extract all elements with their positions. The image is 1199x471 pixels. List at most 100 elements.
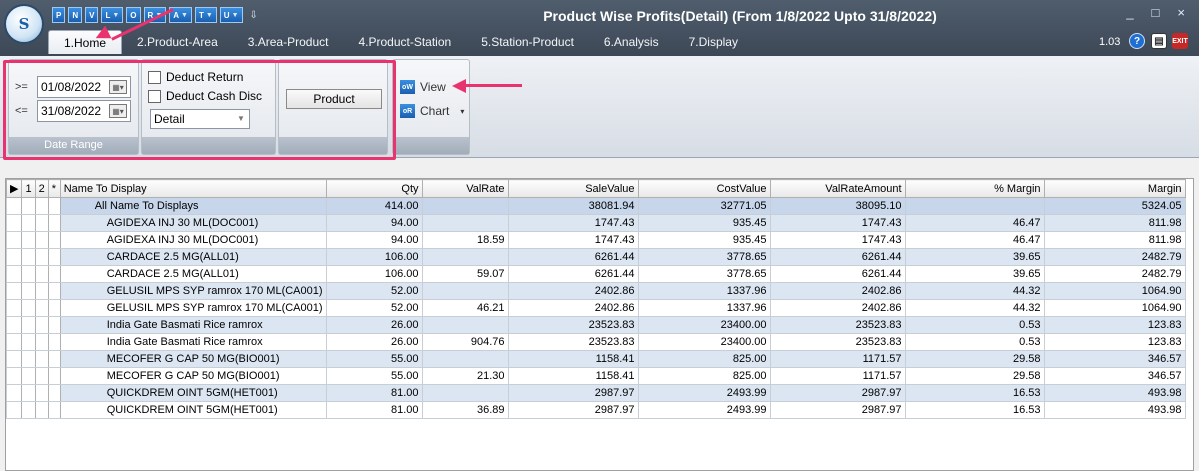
cell-valrateamount[interactable]: 23523.83: [769, 333, 906, 351]
cell-name[interactable]: GELUSIL MPS SYP ramrox 170 ML(CA001): [59, 299, 327, 317]
cell-margin[interactable]: 1064.90: [1043, 299, 1186, 317]
cell-percent-margin[interactable]: 46.47: [904, 231, 1045, 249]
cell-name[interactable]: India Gate Basmati Rice ramrox: [59, 316, 327, 334]
cell-margin[interactable]: 811.98: [1043, 214, 1186, 232]
cell-valrate[interactable]: [421, 384, 509, 402]
cell-costvalue[interactable]: 23400.00: [637, 316, 771, 334]
table-row[interactable]: India Gate Basmati Rice ramrox 26.00 904.7…: [6, 333, 1186, 351]
cell-name[interactable]: CARDACE 2.5 MG(ALL01): [59, 265, 327, 283]
tab-product-area[interactable]: 2.Product-Area: [122, 30, 233, 54]
cell-qty[interactable]: 52.00: [325, 299, 423, 317]
cell-costvalue[interactable]: 23400.00: [637, 333, 771, 351]
cell-valrate[interactable]: 904.76: [421, 333, 509, 351]
cell-percent-margin[interactable]: 44.32: [904, 299, 1045, 317]
cell-valrate[interactable]: [421, 214, 509, 232]
cell-percent-margin[interactable]: 29.58: [904, 367, 1045, 385]
cell-costvalue[interactable]: 935.45: [637, 231, 771, 249]
app-logo[interactable]: S: [4, 4, 44, 44]
cell-qty[interactable]: 26.00: [325, 333, 423, 351]
cell-qty[interactable]: 26.00: [325, 316, 423, 334]
table-row[interactable]: GELUSIL MPS SYP ramrox 170 ML(CA001) 52.0…: [6, 299, 1186, 317]
quick-u-button[interactable]: U ▼: [219, 7, 243, 23]
cell-costvalue[interactable]: 3778.65: [637, 248, 771, 266]
cell-margin[interactable]: 123.83: [1043, 316, 1186, 334]
tab-product-station[interactable]: 4.Product-Station: [343, 30, 466, 54]
quick-p-button[interactable]: P: [52, 7, 66, 23]
cell-salevalue[interactable]: 1158.41: [507, 350, 639, 368]
cell-qty[interactable]: 414.00: [325, 197, 423, 215]
cell-salevalue[interactable]: 2402.86: [507, 299, 639, 317]
cell-percent-margin[interactable]: [904, 197, 1045, 215]
tab-display[interactable]: 7.Display: [674, 30, 753, 54]
cell-percent-margin[interactable]: 16.53: [904, 401, 1045, 419]
close-icon[interactable]: ×: [1177, 5, 1185, 20]
chevron-down-icon[interactable]: ▼: [232, 12, 239, 19]
quick-v-button[interactable]: V: [85, 7, 99, 23]
cell-salevalue[interactable]: 6261.44: [507, 265, 639, 283]
cell-salevalue[interactable]: 23523.83: [507, 333, 639, 351]
cell-valrateamount[interactable]: 2987.97: [769, 401, 906, 419]
cell-percent-margin[interactable]: 39.65: [904, 248, 1045, 266]
cell-salevalue[interactable]: 23523.83: [507, 316, 639, 334]
minimize-icon[interactable]: _: [1126, 5, 1133, 20]
table-row[interactable]: AGIDEXA INJ 30 ML(DOC001) 94.00 18.59 1747.…: [6, 231, 1186, 249]
cell-salevalue[interactable]: 1158.41: [507, 367, 639, 385]
cell-valrate[interactable]: 36.89: [421, 401, 509, 419]
cell-percent-margin[interactable]: 29.58: [904, 350, 1045, 368]
cell-valrateamount[interactable]: 2987.97: [769, 384, 906, 402]
cell-valrate[interactable]: 18.59: [421, 231, 509, 249]
table-row[interactable]: QUICKDREM OINT 5GM(HET001) 81.00 2987.97 24…: [6, 384, 1186, 402]
maximize-icon[interactable]: □: [1152, 5, 1160, 20]
column-header-name[interactable]: Name To Display: [59, 179, 327, 198]
cell-qty[interactable]: 106.00: [325, 248, 423, 266]
level-1-header[interactable]: 1: [21, 179, 36, 198]
chart-button[interactable]: oR Chart ▾: [400, 104, 464, 118]
cell-costvalue[interactable]: 825.00: [637, 350, 771, 368]
cell-salevalue[interactable]: 2402.86: [507, 282, 639, 300]
cell-name[interactable]: All Name To Displays: [59, 197, 327, 215]
table-row[interactable]: MECOFER G CAP 50 MG(BIO001) 55.00 1158.41 8…: [6, 350, 1186, 368]
cell-qty[interactable]: 52.00: [325, 282, 423, 300]
chevron-down-icon[interactable]: ▼: [112, 12, 119, 19]
cell-name[interactable]: GELUSIL MPS SYP ramrox 170 ML(CA001): [59, 282, 327, 300]
tab-station-product[interactable]: 5.Station-Product: [466, 30, 589, 54]
cell-costvalue[interactable]: 935.45: [637, 214, 771, 232]
cell-valrate[interactable]: [421, 197, 509, 215]
column-header-salevalue[interactable]: SaleValue: [507, 179, 639, 198]
cell-costvalue[interactable]: 1337.96: [637, 299, 771, 317]
level-2-header[interactable]: 2: [34, 179, 49, 198]
cell-margin[interactable]: 346.57: [1043, 367, 1186, 385]
cell-margin[interactable]: 346.57: [1043, 350, 1186, 368]
cell-costvalue[interactable]: 2493.99: [637, 401, 771, 419]
cell-valrate[interactable]: [421, 248, 509, 266]
table-row[interactable]: AGIDEXA INJ 30 ML(DOC001) 94.00 1747.43 935…: [6, 214, 1186, 232]
cell-costvalue[interactable]: 3778.65: [637, 265, 771, 283]
cell-valrateamount[interactable]: 38095.10: [769, 197, 906, 215]
cell-valrateamount[interactable]: 6261.44: [769, 265, 906, 283]
column-header-costvalue[interactable]: CostValue: [637, 179, 771, 198]
cell-valrateamount[interactable]: 2402.86: [769, 282, 906, 300]
cell-valrate[interactable]: 59.07: [421, 265, 509, 283]
cell-margin[interactable]: 5324.05: [1043, 197, 1186, 215]
cell-margin[interactable]: 1064.90: [1043, 282, 1186, 300]
exit-icon[interactable]: EXIT: [1172, 33, 1188, 49]
cell-percent-margin[interactable]: 39.65: [904, 265, 1045, 283]
cell-valrateamount[interactable]: 2402.86: [769, 299, 906, 317]
cell-name[interactable]: India Gate Basmati Rice ramrox: [59, 333, 327, 351]
cell-costvalue[interactable]: 2493.99: [637, 384, 771, 402]
cell-costvalue[interactable]: 825.00: [637, 367, 771, 385]
chevron-down-icon[interactable]: ▼: [181, 12, 188, 19]
cell-percent-margin[interactable]: 0.53: [904, 333, 1045, 351]
tab-home[interactable]: 1.Home: [48, 30, 123, 54]
quick-t-button[interactable]: T ▼: [194, 7, 217, 23]
cell-qty[interactable]: 81.00: [325, 401, 423, 419]
quick-l-button[interactable]: L ▼: [101, 7, 124, 23]
cell-percent-margin[interactable]: 16.53: [904, 384, 1045, 402]
cell-name[interactable]: MECOFER G CAP 50 MG(BIO001): [59, 350, 327, 368]
cell-valrateamount[interactable]: 1171.57: [769, 350, 906, 368]
cell-valrateamount[interactable]: 23523.83: [769, 316, 906, 334]
cell-margin[interactable]: 123.83: [1043, 333, 1186, 351]
cell-valrate[interactable]: 21.30: [421, 367, 509, 385]
table-row[interactable]: CARDACE 2.5 MG(ALL01) 106.00 6261.44 3778.6…: [6, 248, 1186, 266]
cell-salevalue[interactable]: 1747.43: [507, 214, 639, 232]
